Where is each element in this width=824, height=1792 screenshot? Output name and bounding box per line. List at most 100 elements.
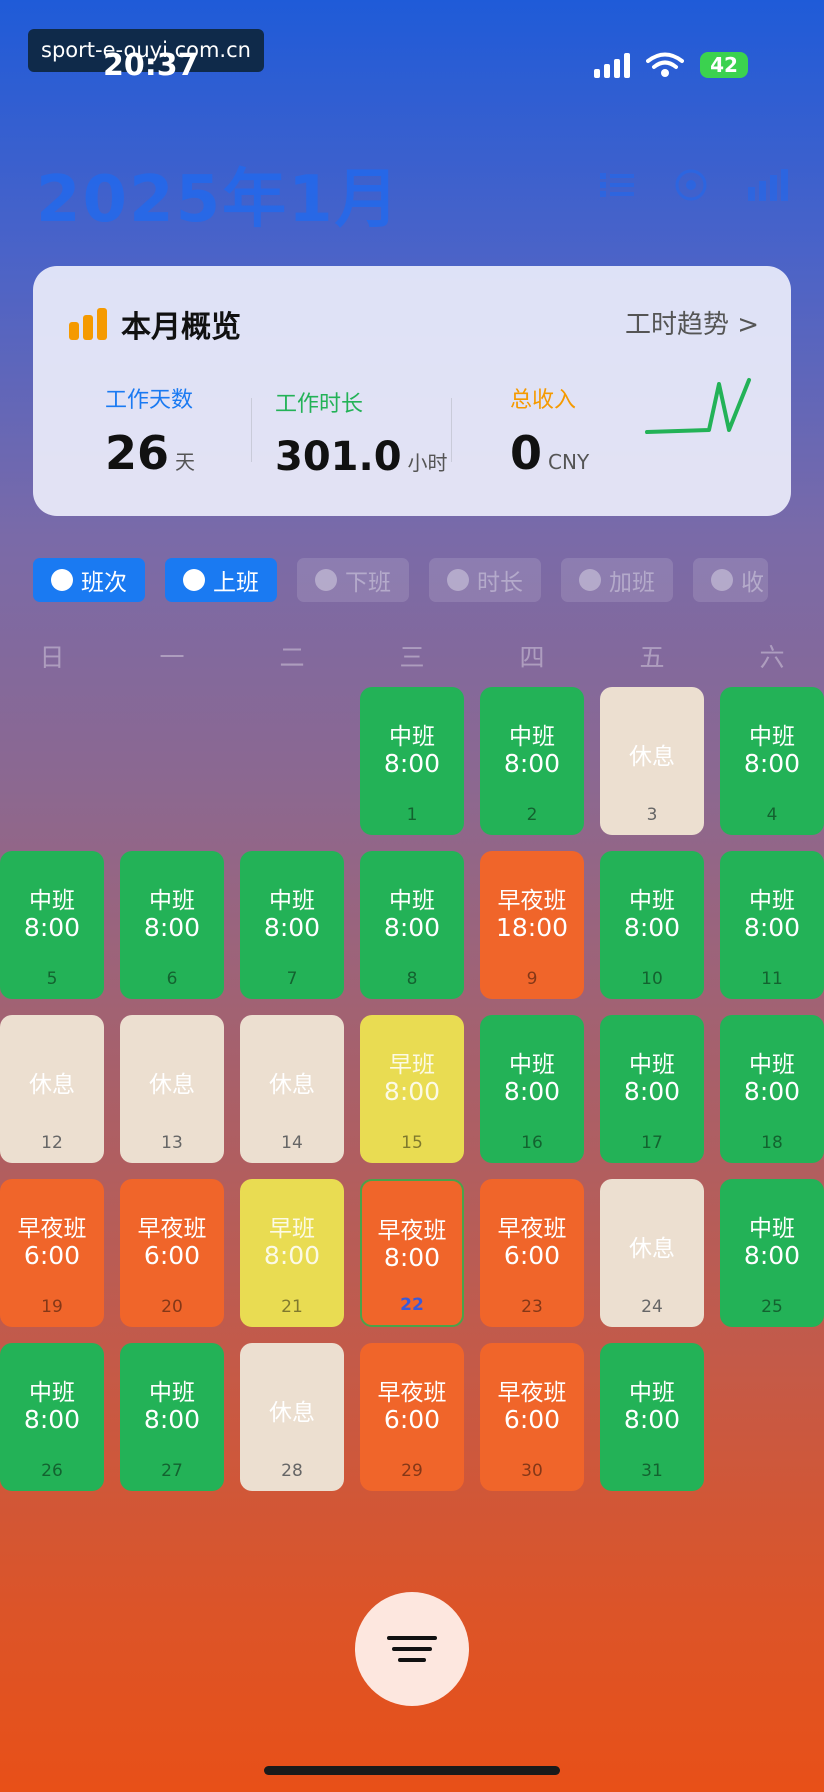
calendar-day-cell[interactable]: 中班 8:00 1	[360, 687, 464, 835]
shift-hours: 8:00	[23, 1405, 81, 1434]
filter-chip-income[interactable]: 收	[693, 558, 768, 602]
day-number: 4	[766, 805, 778, 825]
shift-name: 中班	[629, 1380, 675, 1406]
shift-hours: 8:00	[743, 1077, 801, 1106]
filter-chip-row: 班次 上班 下班 时长 加班 收	[33, 558, 768, 602]
shift-hours: 8:00	[743, 1241, 801, 1270]
day-number: 5	[46, 969, 58, 989]
weekday-label: 五	[639, 643, 665, 672]
calendar-day-cell[interactable]: 中班 8:00 26	[0, 1343, 104, 1491]
work-hours-label: 工作时长	[275, 392, 364, 417]
weekday-label: 一	[159, 643, 185, 672]
target-icon[interactable]	[674, 168, 708, 202]
calendar-day-cell[interactable]: 中班 8:00 6	[120, 851, 224, 999]
weekday-label: 二	[279, 643, 305, 672]
overview-header: 本月概览	[69, 302, 241, 346]
calendar-day-cell[interactable]: 中班 8:00 17	[600, 1015, 704, 1163]
hours-trend-link[interactable]: 工时趋势 >	[625, 304, 759, 341]
day-number: 16	[521, 1133, 543, 1153]
divider	[251, 398, 252, 462]
calendar-day-cell[interactable]: 中班 8:00 8	[360, 851, 464, 999]
shift-hours: 6:00	[143, 1241, 201, 1270]
shift-hours: 8:00	[383, 1077, 441, 1106]
day-number: 18	[761, 1133, 783, 1153]
menu-fab-button[interactable]	[355, 1592, 469, 1706]
filter-chip-overtime[interactable]: 加班	[561, 558, 673, 602]
calendar-day-cell[interactable]: 中班 8:00 16	[480, 1015, 584, 1163]
calendar-day-cell[interactable]: 早夜班 6:00 23	[480, 1179, 584, 1327]
bar-chart-icon	[69, 308, 107, 340]
overview-title: 本月概览	[121, 310, 241, 345]
filter-chip-clock-in[interactable]: 上班	[165, 558, 277, 602]
day-number: 26	[41, 1461, 63, 1481]
calendar-day-cell[interactable]: 早夜班 6:00 19	[0, 1179, 104, 1327]
calendar-day-cell[interactable]: 早班 8:00 15	[360, 1015, 464, 1163]
day-number: 24	[641, 1297, 663, 1317]
calendar-day-cell[interactable]: 中班 8:00 4	[720, 687, 824, 835]
calendar-day-cell[interactable]: 中班 8:00 31	[600, 1343, 704, 1491]
shift-name: 休息	[29, 1072, 75, 1098]
calendar-day-cell[interactable]: 休息 24	[600, 1179, 704, 1327]
shift-name: 休息	[629, 744, 675, 770]
chip-label: 上班	[213, 570, 259, 596]
shift-name: 休息	[629, 1236, 675, 1262]
status-bar-right: 42	[594, 52, 748, 78]
work-days-label: 工作天数	[105, 388, 194, 413]
wifi-icon	[646, 52, 684, 77]
day-number: 12	[41, 1133, 63, 1153]
calendar-day-cell[interactable]: 早夜班 18:00 9	[480, 851, 584, 999]
calendar-day-cell[interactable]: 中班 8:00 2	[480, 687, 584, 835]
overtime-icon	[579, 569, 601, 591]
shift-name: 早夜班	[17, 1216, 87, 1242]
income-unit: CNY	[548, 450, 590, 474]
shift-name: 休息	[269, 1072, 315, 1098]
calendar-day-cell[interactable]: 休息 28	[240, 1343, 344, 1491]
day-number: 15	[401, 1133, 423, 1153]
calendar-day-cell[interactable]: 早夜班 6:00 20	[120, 1179, 224, 1327]
filter-chip-duration[interactable]: 时长	[429, 558, 541, 602]
filter-chip-clock-out[interactable]: 下班	[297, 558, 409, 602]
day-number: 28	[281, 1461, 303, 1481]
trend-sparkline	[645, 378, 751, 434]
calendar-day-cell[interactable]: 早夜班 6:00 30	[480, 1343, 584, 1491]
calendar-day-cell[interactable]: 早夜班 8:00 22	[360, 1179, 464, 1327]
shift-name: 休息	[149, 1072, 195, 1098]
shift-name: 早夜班	[377, 1380, 447, 1406]
shift-hours: 8:00	[743, 749, 801, 778]
cellular-signal-icon	[594, 52, 630, 78]
calendar-day-cell[interactable]: 早班 8:00 21	[240, 1179, 344, 1327]
work-hours-number: 301.0	[275, 434, 402, 480]
calendar-day-cell[interactable]: 中班 8:00 5	[0, 851, 104, 999]
income-value: 0 CNY	[510, 426, 589, 480]
calendar-day-cell[interactable]: 中班 8:00 25	[720, 1179, 824, 1327]
shift-name: 中班	[749, 888, 795, 914]
shift-name: 中班	[629, 888, 675, 914]
day-number: 17	[641, 1133, 663, 1153]
day-number: 20	[161, 1297, 183, 1317]
calendar-day-cell[interactable]: 早夜班 6:00 29	[360, 1343, 464, 1491]
calendar-day-cell[interactable]: 休息 3	[600, 687, 704, 835]
bar-chart-icon[interactable]	[748, 169, 788, 201]
shift-name: 早夜班	[497, 1380, 567, 1406]
calendar-day-cell[interactable]: 休息 13	[120, 1015, 224, 1163]
filter-chip-shift[interactable]: 班次	[33, 558, 145, 602]
day-number: 25	[761, 1297, 783, 1317]
calendar-day-cell[interactable]: 中班 8:00 7	[240, 851, 344, 999]
day-number: 7	[286, 969, 298, 989]
shift-hours: 6:00	[503, 1405, 561, 1434]
calendar-day-cell[interactable]: 中班 8:00 18	[720, 1015, 824, 1163]
day-number: 10	[641, 969, 663, 989]
work-hours-value: 301.0 小时	[275, 434, 448, 480]
calendar-day-cell[interactable]: 中班 8:00 11	[720, 851, 824, 999]
calendar-day-cell[interactable]: 中班 8:00 10	[600, 851, 704, 999]
status-time: 20:37	[103, 48, 199, 83]
list-icon[interactable]	[600, 171, 634, 199]
calendar-day-cell[interactable]: 中班 8:00 27	[120, 1343, 224, 1491]
day-number: 27	[161, 1461, 183, 1481]
weekday-label: 日	[39, 643, 65, 672]
coin-icon	[711, 569, 733, 591]
calendar-day-cell[interactable]: 休息 12	[0, 1015, 104, 1163]
shift-name: 中班	[149, 888, 195, 914]
calendar-day-cell[interactable]: 休息 14	[240, 1015, 344, 1163]
weekday-label: 四	[519, 643, 545, 672]
